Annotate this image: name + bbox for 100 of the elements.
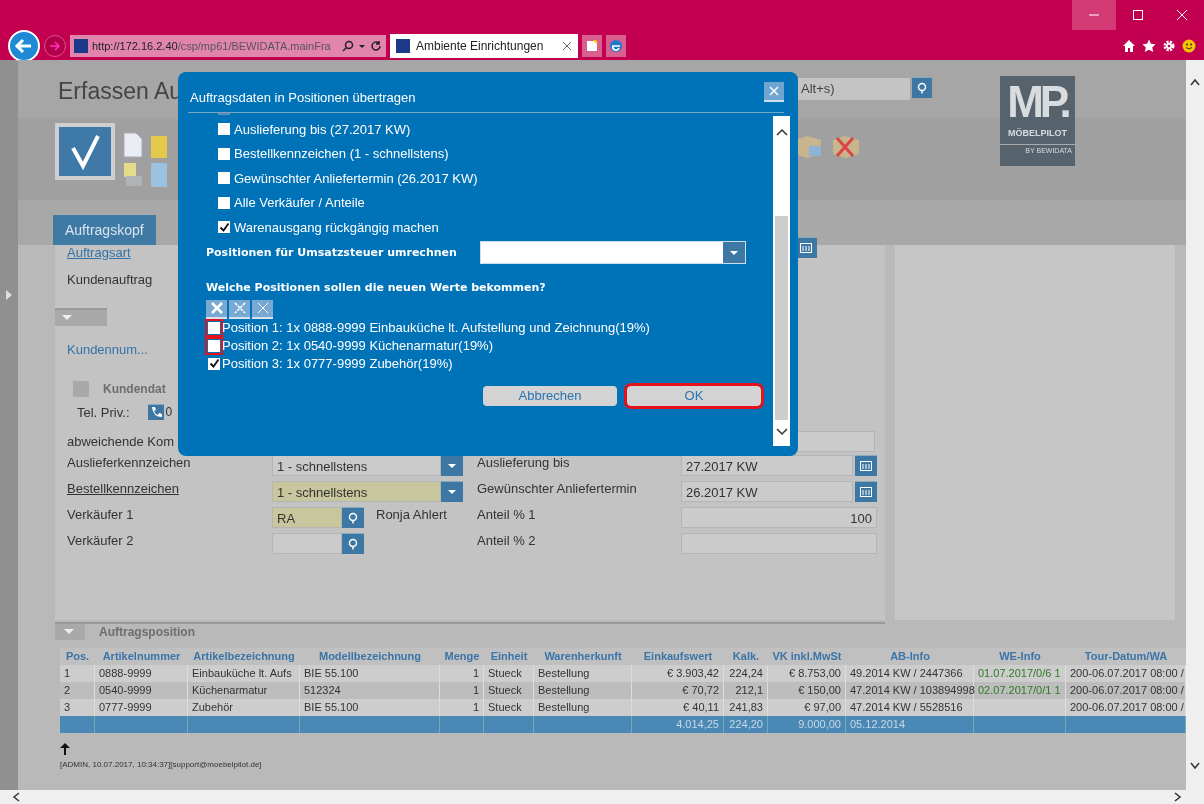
column-header[interactable]: Einheit (484, 648, 534, 665)
field-label: abweichende Kom (67, 433, 175, 449)
dialog-button[interactable]: OK (627, 385, 761, 406)
column-header[interactable]: Kalk. (724, 648, 768, 665)
field-label: Auslieferung bis (477, 455, 571, 470)
column-header[interactable]: Warenherkunft (534, 648, 632, 665)
dropdown-icon (447, 462, 457, 469)
scroll-down-icon (1190, 762, 1200, 770)
scroll-right-icon (1174, 792, 1182, 802)
search-icon (347, 511, 359, 524)
dropdown-button[interactable] (441, 481, 463, 502)
search-button[interactable] (912, 77, 932, 98)
customer-number-link[interactable]: Kundennum... (67, 341, 148, 357)
search-button[interactable] (342, 507, 364, 528)
field-label: Verkäufer 2 (67, 533, 135, 548)
column-header[interactable]: Menge (440, 648, 484, 665)
total-value: 224,20 (729, 718, 763, 730)
url-text: http://172.16.2.40/csp/mp61/BEWIDATA.mainFra (92, 40, 332, 52)
confirm-button[interactable] (55, 123, 115, 180)
position-label[interactable]: Position 1: 1x 0888-9999 Einbauküche lt. Aufstellung und Zeichnung(19%) (222, 320, 650, 335)
new-tab-button[interactable] (582, 35, 602, 57)
cross-icon (232, 301, 247, 315)
section-header[interactable] (55, 308, 107, 326)
checkbox[interactable] (218, 123, 230, 136)
column-header[interactable]: VK inkl.MwSt (768, 648, 846, 665)
smiley-icon[interactable] (1182, 39, 1196, 53)
input-field[interactable]: 26.2017 KW (681, 481, 853, 502)
option-label[interactable]: Alle Verkäufer / Anteile (234, 195, 365, 211)
invert-selection-button[interactable] (229, 299, 250, 319)
horizontal-scrollbar[interactable] (0, 790, 1204, 804)
column-header[interactable]: Einkaufswert (632, 648, 724, 665)
search-field[interactable]: Alt+s) (798, 78, 910, 100)
deselect-all-button[interactable] (206, 299, 227, 319)
checkbox[interactable] (218, 147, 230, 160)
column-header[interactable]: Modellbezeichnung (300, 648, 440, 665)
dropdown-button[interactable] (441, 455, 463, 476)
input-field[interactable]: 27.2017 KW (681, 455, 853, 476)
new-tab-icon (586, 40, 598, 52)
search-icon (916, 81, 928, 94)
option-label[interactable]: Warenausgang rückgängig machen (234, 219, 439, 235)
field-label: Anteil % 1 (477, 507, 537, 522)
dropdown-field[interactable]: 1 - schnellstens (272, 455, 441, 476)
edge-button[interactable] (606, 35, 626, 57)
phone-icon (149, 406, 162, 418)
side-panel-handle[interactable] (0, 60, 18, 790)
field-label: Anteil % 2 (477, 533, 537, 548)
field-label: Gewünschter Anliefertermin (477, 481, 638, 496)
input-field[interactable]: RA (272, 507, 342, 528)
phone-button[interactable] (147, 404, 164, 420)
calendar-button[interactable] (855, 481, 877, 502)
calendar-button[interactable] (855, 455, 877, 476)
option-label[interactable]: Auslieferung bis (27.2017 KW) (234, 121, 411, 137)
scroll-up-icon (1190, 78, 1200, 86)
column-header[interactable]: Artikelnummer (95, 648, 188, 665)
search-button[interactable] (342, 533, 364, 554)
field-label: Tel. Priv.: (77, 404, 130, 420)
input-field[interactable] (272, 533, 342, 554)
session-info: [ADMIN, 10.07.2017, 10:34:37][support@moebelpilot.de] (60, 760, 263, 769)
calendar-icon (860, 460, 872, 471)
settings-icon[interactable] (1162, 39, 1176, 53)
checkbox[interactable] (218, 172, 230, 185)
scroll-down-icon (775, 428, 788, 436)
select-all-button[interactable] (252, 299, 273, 319)
search-icon (347, 537, 359, 550)
column-header[interactable]: AB-Info (846, 648, 974, 665)
tab[interactable]: Auftragskopf (53, 215, 156, 245)
section-header[interactable]: Auftragsposition (55, 622, 885, 640)
browser-tab[interactable]: Ambiente Einrichtungen (390, 34, 578, 58)
column-header[interactable]: Artikelbezeichnung (188, 648, 300, 665)
total-value: 05.12.2014 (850, 718, 906, 730)
order-type-link[interactable]: Auftragsart (67, 245, 131, 260)
cross-icon (209, 301, 224, 315)
forward-arrow-icon (49, 40, 61, 52)
back-button[interactable] (8, 30, 40, 62)
dialog-scrollbar[interactable] (773, 116, 790, 446)
column-header[interactable]: WE-Info (974, 648, 1066, 665)
dropdown-field[interactable]: 1 - schnellstens (272, 481, 441, 502)
position-label[interactable]: Position 2: 1x 0540-9999 Küchenarmatur(19%) (222, 338, 493, 353)
option-label[interactable]: Gewünschter Anliefertermin (26.2017 KW) (234, 170, 478, 186)
expand-arrow-icon (6, 290, 12, 300)
checkbox[interactable] (218, 221, 230, 234)
checkbox[interactable] (218, 196, 230, 209)
address-bar[interactable]: http://172.16.2.40/csp/mp61/BEWIDATA.mainFra (70, 35, 386, 57)
field-label[interactable]: Bestellkennzeichen (67, 481, 272, 496)
section-heading: Welche Positionen sollen die neuen Werte bekommen? (206, 280, 547, 294)
close-icon (562, 41, 572, 51)
site-logo-icon (396, 39, 410, 53)
dropdown-field[interactable] (480, 241, 746, 264)
vertical-scrollbar[interactable] (1186, 60, 1204, 790)
checkbox[interactable] (208, 357, 220, 370)
position-label[interactable]: Position 3: 1x 0777-9999 Zubehör(19%) (222, 356, 453, 371)
close-button[interactable] (764, 82, 784, 102)
input-field[interactable]: 100 (681, 507, 877, 528)
favorites-star-icon[interactable] (1142, 39, 1156, 53)
option-label[interactable]: Bestellkennzeichen (1 - schnellstens) (234, 146, 449, 162)
up-arrow-icon[interactable] (60, 743, 70, 755)
column-header[interactable]: Tour-Datum/WA (1066, 648, 1186, 665)
dialog-button[interactable]: Abbrechen (483, 385, 617, 406)
home-icon[interactable] (1122, 39, 1136, 53)
column-header[interactable]: Pos. (60, 648, 95, 665)
